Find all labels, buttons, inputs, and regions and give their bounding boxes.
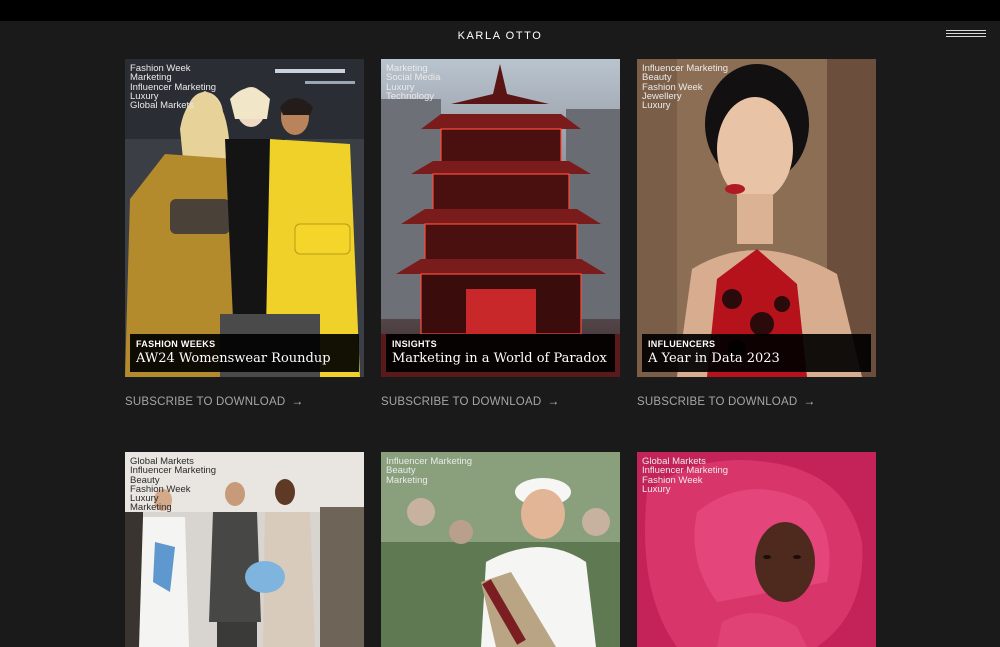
card-tags: Fashion Week Marketing Influencer Market… bbox=[130, 64, 216, 112]
tag: Luxury bbox=[642, 100, 671, 112]
tag: Technology bbox=[386, 90, 435, 102]
card-image-pink-headdress[interactable]: Global Markets Influencer Marketing Fash… bbox=[637, 452, 876, 647]
subscribe-to-download-link[interactable]: SUBSCRIBE TO DOWNLOAD → bbox=[637, 394, 816, 408]
tag: Luxury bbox=[642, 483, 671, 495]
card-tags: Influencer Marketing Beauty Marketing bbox=[386, 457, 472, 485]
tag: Marketing bbox=[386, 474, 428, 486]
subscribe-to-download-link[interactable]: SUBSCRIBE TO DOWNLOAD → bbox=[125, 394, 304, 408]
card-tags: Marketing Social Media Luxury Technology bbox=[386, 64, 440, 102]
card-title[interactable]: Marketing in a World of Paradox bbox=[392, 351, 607, 366]
card-tags: Influencer Marketing Beauty Fashion Week… bbox=[642, 64, 728, 112]
site-header: KARLA OTTO bbox=[0, 21, 1000, 55]
card-category: INSIGHTS bbox=[392, 339, 437, 349]
brand-logo[interactable]: KARLA OTTO bbox=[0, 30, 1000, 42]
card-caption: FASHION WEEKS AW24 Womenswear Roundup bbox=[130, 334, 359, 372]
arrow-right-icon: → bbox=[803, 394, 816, 408]
tag: Global Markets bbox=[130, 100, 194, 112]
card-title[interactable]: A Year in Data 2023 bbox=[648, 351, 780, 366]
subscribe-label: SUBSCRIBE TO DOWNLOAD bbox=[637, 396, 798, 408]
top-black-bar bbox=[0, 0, 1000, 21]
card-image-runway-models[interactable]: Global Markets Influencer Marketing Beau… bbox=[125, 452, 364, 647]
subscribe-label: SUBSCRIBE TO DOWNLOAD bbox=[381, 396, 542, 408]
card-caption: INFLUENCERS A Year in Data 2023 bbox=[642, 334, 871, 372]
card-category: INFLUENCERS bbox=[648, 339, 716, 349]
card-tags: Global Markets Influencer Marketing Fash… bbox=[642, 457, 728, 495]
card-tags: Global Markets Influencer Marketing Beau… bbox=[130, 457, 216, 513]
card-caption: INSIGHTS Marketing in a World of Paradox bbox=[386, 334, 615, 372]
card-image-fashion-models[interactable]: Fashion Week Marketing Influencer Market… bbox=[125, 59, 364, 377]
card-category: FASHION WEEKS bbox=[136, 339, 216, 349]
subscribe-label: SUBSCRIBE TO DOWNLOAD bbox=[125, 396, 286, 408]
card-image-portrait-red-dress[interactable]: Influencer Marketing Beauty Fashion Week… bbox=[637, 59, 876, 377]
card-image-red-pagoda[interactable]: Marketing Social Media Luxury Technology… bbox=[381, 59, 620, 377]
card-image-tennis-player[interactable]: Influencer Marketing Beauty Marketing bbox=[381, 452, 620, 647]
subscribe-to-download-link[interactable]: SUBSCRIBE TO DOWNLOAD → bbox=[381, 394, 560, 408]
card-title[interactable]: AW24 Womenswear Roundup bbox=[136, 351, 331, 366]
tag: Marketing bbox=[130, 502, 172, 514]
arrow-right-icon: → bbox=[547, 394, 560, 408]
arrow-right-icon: → bbox=[291, 394, 304, 408]
hamburger-menu-icon[interactable] bbox=[946, 30, 986, 42]
